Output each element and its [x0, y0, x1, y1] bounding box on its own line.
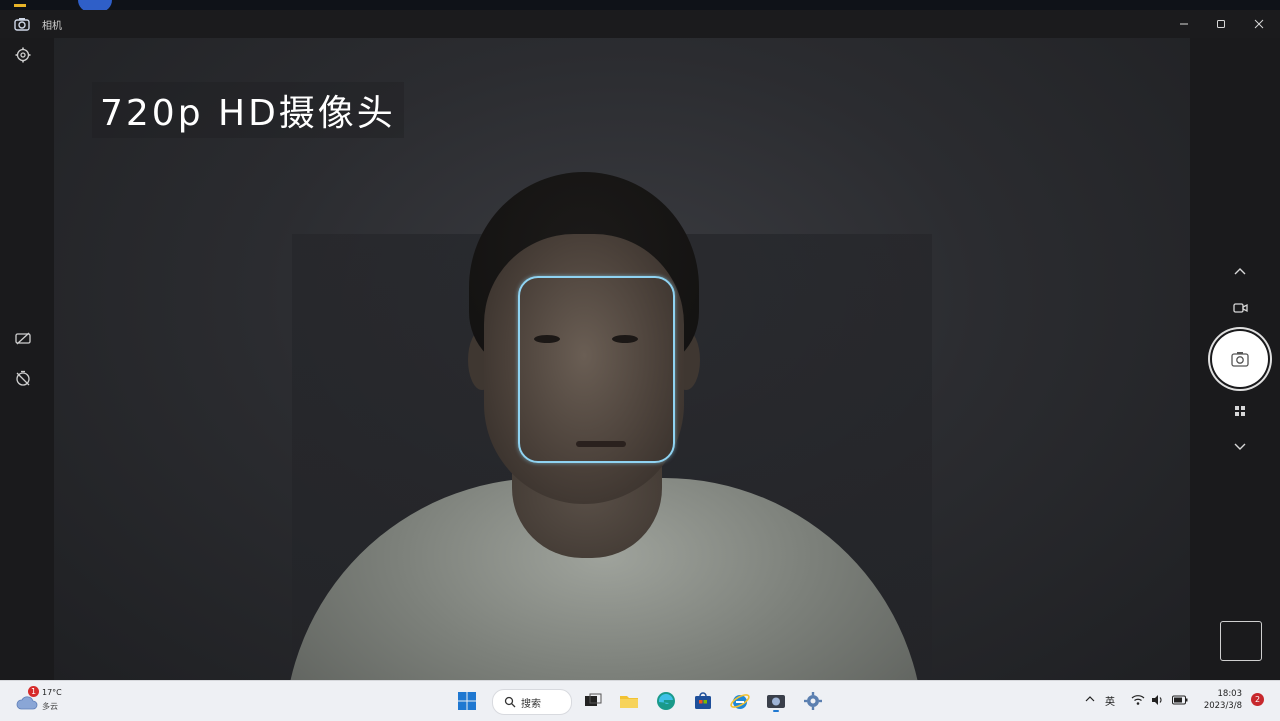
window-title: 相机 [42, 21, 62, 32]
taskbar: 1 17°C 多云 搜索 英 18:03 2023/3/8 2 [0, 680, 1280, 721]
tray-chevron-up-icon[interactable] [1084, 693, 1096, 708]
barcode-mode-icon[interactable] [1230, 401, 1250, 421]
title-bar: 相机 [0, 10, 1280, 38]
volume-icon[interactable] [1151, 694, 1165, 709]
clock-date: 2023/3/8 [1203, 701, 1242, 711]
clock-time: 18:03 [1217, 689, 1243, 699]
weather-temp: 17°C [42, 688, 62, 697]
search-label: 搜索 [521, 699, 541, 710]
settings-taskbar-icon[interactable] [802, 690, 824, 712]
taskbar-clock[interactable]: 18:03 2023/3/8 [1196, 688, 1242, 712]
weather-condition: 多云 [42, 702, 58, 711]
internet-explorer-icon[interactable] [729, 690, 751, 712]
camera-app-icon [14, 16, 30, 31]
shutter-button[interactable] [1212, 331, 1268, 387]
input-language[interactable]: 英 [1105, 693, 1115, 708]
chevron-up-icon[interactable] [1230, 262, 1250, 282]
task-view-icon[interactable] [582, 690, 604, 712]
battery-icon[interactable] [1172, 695, 1188, 708]
timer-off-icon[interactable] [14, 369, 32, 387]
search-icon [504, 696, 516, 708]
face-detection-box [518, 276, 675, 463]
wifi-icon[interactable] [1131, 694, 1145, 709]
photo-camera-icon [1231, 352, 1249, 367]
video-mode-icon[interactable] [1230, 298, 1250, 318]
desktop-item [14, 4, 26, 7]
left-toolbar [0, 38, 54, 680]
settings-icon[interactable] [14, 46, 32, 64]
camera-window: 相机 720p HD摄像头 [0, 0, 1280, 680]
weather-badge: 1 [28, 686, 39, 697]
taskbar-search[interactable]: 搜索 [492, 689, 572, 715]
weather-widget[interactable]: 1 17°C 多云 [16, 686, 76, 716]
hdr-off-icon[interactable] [14, 329, 32, 347]
chevron-down-icon[interactable] [1230, 436, 1250, 456]
background-desktop-strip [0, 0, 1280, 12]
maximize-button[interactable] [1211, 14, 1231, 34]
notification-badge[interactable]: 2 [1251, 693, 1264, 706]
camera-taskbar-icon[interactable] [765, 690, 787, 712]
file-explorer-icon[interactable] [618, 690, 640, 712]
last-photo-thumbnail[interactable] [1220, 621, 1262, 661]
minimize-button[interactable] [1174, 14, 1194, 34]
store-icon[interactable] [692, 690, 714, 712]
close-button[interactable] [1249, 14, 1269, 34]
edge-browser-icon[interactable] [655, 690, 677, 712]
camera-preview: 720p HD摄像头 [54, 38, 1190, 680]
start-icon[interactable] [456, 690, 478, 712]
resolution-caption: 720p HD摄像头 [92, 82, 404, 138]
